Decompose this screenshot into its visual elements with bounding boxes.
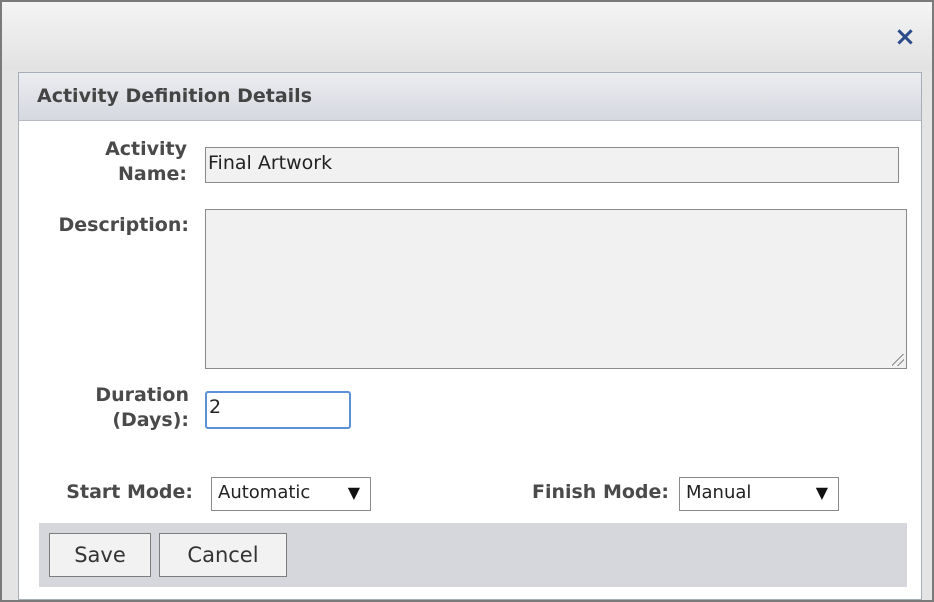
duration-label-line2: (Days): — [112, 409, 189, 431]
activity-dialog: × Activity Definition Details Activity N… — [0, 0, 934, 602]
start-mode-select[interactable]: Automatic ▼ — [211, 477, 371, 511]
description-textarea[interactable] — [205, 209, 907, 369]
duration-input[interactable]: 2 — [205, 391, 351, 429]
finish-mode-value: Manual — [686, 482, 752, 503]
duration-label: Duration (Days): — [19, 383, 189, 433]
description-label: Description: — [58, 214, 190, 236]
finish-mode-label: Finish Mode: — [531, 481, 669, 503]
duration-label-line1: Duration — [95, 384, 189, 406]
start-mode-label: Start Mode: — [66, 481, 193, 503]
activity-name-label-line1: Activity — [105, 138, 187, 160]
resize-handle-icon[interactable] — [892, 354, 904, 366]
activity-name-input[interactable]: Final Artwork — [205, 147, 899, 183]
start-mode-value: Automatic — [218, 482, 311, 503]
panel-title: Activity Definition Details — [19, 73, 921, 121]
dropdown-arrow-icon: ▼ — [815, 483, 828, 502]
close-icon[interactable]: × — [894, 24, 916, 50]
dialog-titlebar: × — [2, 2, 932, 70]
cancel-button[interactable]: Cancel — [159, 533, 287, 577]
activity-name-label-line2: Name: — [117, 163, 187, 185]
save-button[interactable]: Save — [49, 533, 151, 577]
activity-details-panel: Activity Definition Details Activity Nam… — [18, 72, 922, 600]
dropdown-arrow-icon: ▼ — [347, 483, 360, 502]
activity-name-label: Activity Name: — [19, 137, 187, 187]
finish-mode-select[interactable]: Manual ▼ — [679, 477, 839, 511]
button-bar: Save Cancel — [39, 523, 907, 587]
